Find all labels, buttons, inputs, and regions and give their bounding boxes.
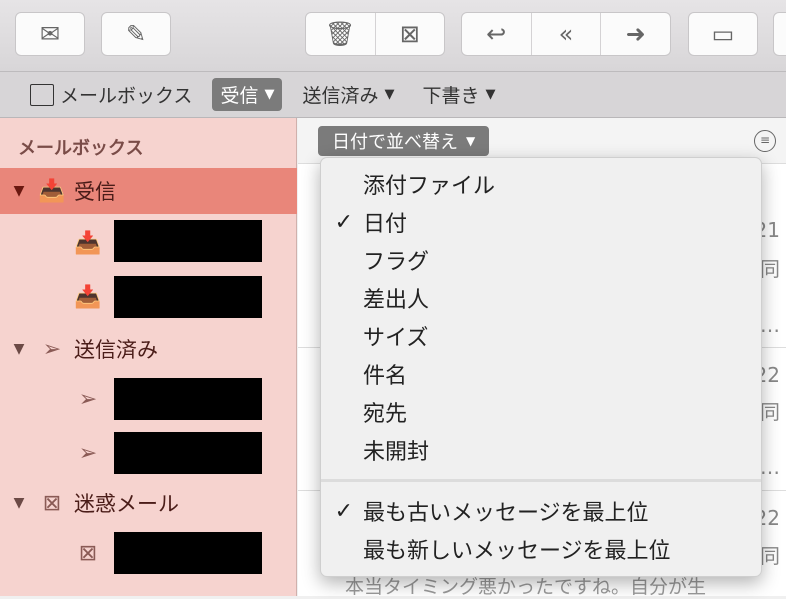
- sidebar: メールボックス ▼ 📥 受信 📥 📥 ▼ ➢ 送信済み ➢ ➢ ▼ ⊠ 迷惑メール ⊠: [0, 118, 297, 596]
- inbox-label: 受信: [74, 180, 116, 204]
- menu-item-label: フラグ: [363, 250, 430, 275]
- sidebar-icon: [30, 83, 54, 106]
- chevron-down-icon: ▼: [466, 134, 476, 148]
- text-peek: 同: [760, 400, 780, 424]
- menu-item-label: 件名: [363, 364, 408, 389]
- mail-icon: ✉: [39, 20, 61, 48]
- sort-menu: 添付ファイル ✓ 日付フラグ差出人サイズ件名宛先未開封 ✓ 最も古いメッセージを最上位最…: [320, 157, 762, 577]
- paper-plane-icon: ➢: [42, 336, 62, 362]
- sent-label: 送信済み: [74, 338, 158, 362]
- sort-menu-item[interactable]: ✓ 最も古いメッセージを最上位: [321, 492, 761, 530]
- inbox-icon: 📥: [38, 178, 66, 204]
- checkmark-icon: ✓: [334, 498, 353, 524]
- favorite-drafts[interactable]: 下書き ▼: [414, 78, 503, 111]
- reply-group: ↩ « ➜: [461, 12, 671, 56]
- filter-icon[interactable]: ≡: [754, 130, 776, 152]
- menu-item-label: 宛先: [363, 402, 408, 427]
- sort-menu-item[interactable]: 添付ファイル: [321, 165, 761, 203]
- text-peek: …: [760, 455, 780, 479]
- sidebar-item-inbox[interactable]: ▼ 📥 受信: [0, 168, 297, 214]
- trash-icon[interactable]: 🗑: [306, 13, 376, 55]
- disclosure-triangle-icon[interactable]: ▼: [8, 341, 30, 357]
- compose-icon: ✎: [125, 20, 147, 48]
- sort-menu-item[interactable]: 宛先: [321, 393, 761, 431]
- reply-all-icon[interactable]: «: [532, 13, 602, 55]
- drafts-label: 下書き: [422, 85, 480, 107]
- redacted: [114, 276, 262, 318]
- forward-icon[interactable]: ➜: [601, 13, 670, 55]
- archive-button[interactable]: ▭: [688, 12, 758, 56]
- redacted: [114, 432, 262, 474]
- menu-item-label: 添付ファイル: [363, 174, 496, 199]
- sort-menu-item[interactable]: 件名: [321, 355, 761, 393]
- sidebar-item-junk[interactable]: ▼ ⊠ 迷惑メール: [0, 480, 297, 526]
- delete-junk-group: 🗑 ⊠: [305, 12, 445, 56]
- paper-plane-icon: ➢: [78, 440, 98, 466]
- get-mail-button[interactable]: ✉: [15, 12, 85, 56]
- junk-icon[interactable]: ⊠: [376, 13, 445, 55]
- inbox-label: 受信: [220, 85, 259, 107]
- menu-item-label: 日付: [363, 212, 408, 237]
- disclosure-triangle-icon[interactable]: ▼: [8, 183, 30, 199]
- checkmark-icon: ✓: [334, 209, 353, 235]
- disclosure-triangle-icon[interactable]: ▼: [8, 495, 30, 511]
- favorite-sent[interactable]: 送信済み ▼: [294, 78, 402, 111]
- sort-menu-item[interactable]: 差出人: [321, 279, 761, 317]
- menu-item-label: 差出人: [363, 288, 430, 313]
- compose-button[interactable]: ✎: [101, 12, 171, 56]
- chevron-down-icon: ▼: [264, 87, 275, 102]
- menu-item-label: サイズ: [363, 326, 429, 351]
- sent-label: 送信済み: [302, 85, 379, 107]
- menu-item-label: 未開封: [363, 440, 430, 465]
- menu-item-label: 最も古いメッセージを最上位: [363, 501, 649, 526]
- junk-label: 迷惑メール: [74, 492, 179, 516]
- sidebar-item-sent[interactable]: ▼ ➢ 送信済み: [0, 326, 297, 372]
- archive-icon: ▭: [711, 20, 735, 48]
- reply-icon[interactable]: ↩: [462, 13, 532, 55]
- sort-menu-item[interactable]: フラグ: [321, 241, 761, 279]
- toolbar: ✉ ✎ 🗑 ⊠ ↩ « ➜ ▭: [0, 0, 786, 72]
- sort-button[interactable]: 日付で並べ替え ▼: [318, 126, 490, 156]
- text-peek: …: [760, 313, 780, 337]
- sort-menu-item[interactable]: 最も新しいメッセージを最上位: [321, 530, 761, 568]
- sort-menu-item[interactable]: ✓ 日付: [321, 203, 761, 241]
- sort-menu-item[interactable]: サイズ: [321, 317, 761, 355]
- more-button[interactable]: [773, 12, 786, 56]
- redacted: [114, 532, 262, 574]
- redacted: [114, 220, 262, 262]
- menu-separator: [321, 479, 761, 482]
- favorites-bar: メールボックス 受信 ▼ 送信済み ▼ 下書き ▼: [0, 72, 786, 118]
- menu-item-label: 最も新しいメッセージを最上位: [363, 539, 671, 564]
- text-peek: 同: [760, 544, 780, 568]
- favorite-inbox[interactable]: 受信 ▼: [212, 78, 283, 111]
- sort-label: 日付で並べ替え: [332, 132, 458, 153]
- mailboxes-toggle[interactable]: メールボックス: [22, 78, 200, 111]
- paper-plane-icon: ➢: [78, 386, 98, 412]
- sidebar-heading: メールボックス: [18, 138, 144, 159]
- inbox-icon: 📥: [74, 230, 102, 256]
- junk-icon: ⊠: [78, 540, 98, 566]
- chevron-down-icon: ▼: [384, 87, 395, 102]
- sort-menu-item[interactable]: 未開封: [321, 431, 761, 469]
- chevron-down-icon: ▼: [485, 87, 496, 102]
- mailboxes-label: メールボックス: [60, 85, 193, 107]
- inbox-icon: 📥: [74, 284, 102, 310]
- junk-icon: ⊠: [42, 490, 62, 516]
- text-peek: 同: [760, 257, 780, 281]
- redacted: [114, 378, 262, 420]
